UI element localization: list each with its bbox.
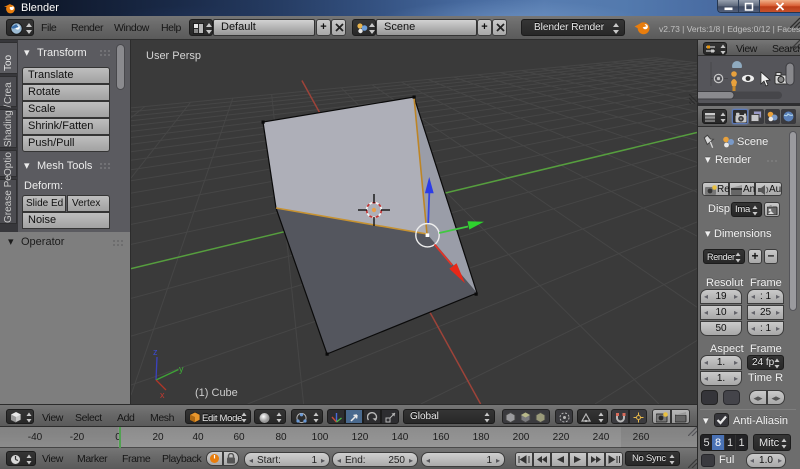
svg-text:z: z bbox=[153, 347, 158, 357]
svg-text:x: x bbox=[160, 390, 165, 400]
svg-text:y: y bbox=[179, 364, 184, 374]
